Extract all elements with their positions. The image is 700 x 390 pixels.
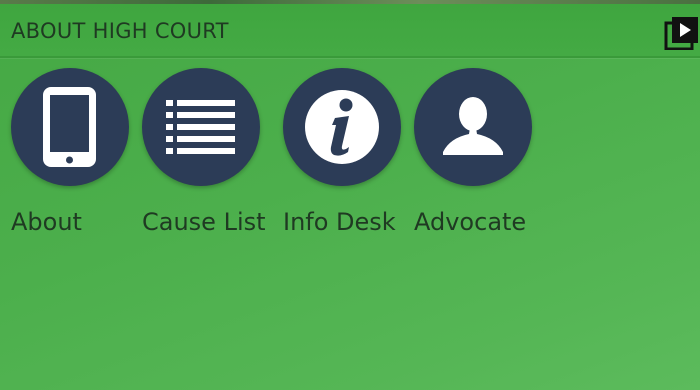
about-tile[interactable] [11,68,129,186]
page-title: ABOUT HIGH COURT [11,19,229,43]
cause-list-label[interactable]: Cause List [142,208,266,236]
advocate-tile[interactable] [414,68,532,186]
app-header: ABOUT HIGH COURT [0,4,700,58]
info-icon [305,90,379,164]
cause-list-tile[interactable] [142,68,260,186]
play-library-icon[interactable] [664,14,700,51]
about-label[interactable]: About [11,208,82,236]
info-desk-tile[interactable] [283,68,401,186]
tablet-icon [43,87,96,167]
info-desk-label[interactable]: Info Desk [283,208,396,236]
list-icon [166,100,235,154]
person-icon [443,97,503,155]
advocate-label[interactable]: Advocate [414,208,526,236]
